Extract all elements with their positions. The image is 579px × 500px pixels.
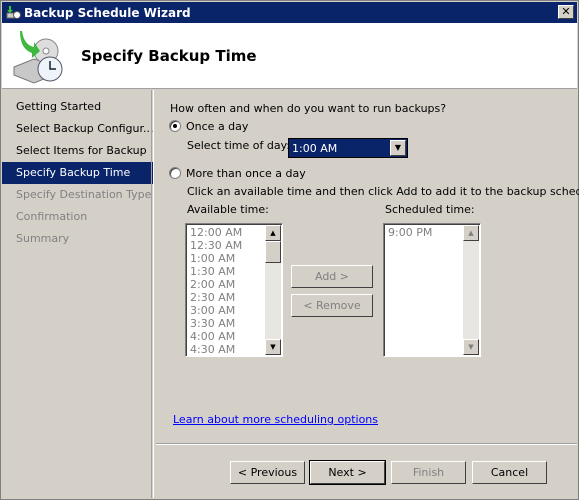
time-of-day-dropdown[interactable]: 1:00 AM ▼ [288, 138, 408, 158]
close-button[interactable]: ✕ [558, 5, 574, 19]
scheduled-time-list[interactable]: 9:00 PM ▲ ▼ [383, 223, 481, 357]
title-bar: Backup Schedule Wizard ✕ [2, 2, 577, 23]
wizard-header: Specify Backup Time [2, 23, 577, 89]
window-title: Backup Schedule Wizard [24, 5, 191, 20]
once-a-day-label[interactable]: Once a day [186, 120, 248, 133]
chevron-down-icon[interactable]: ▼ [390, 140, 406, 156]
cancel-button[interactable]: Cancel [472, 461, 547, 484]
more-than-once-radio[interactable] [169, 167, 181, 179]
scroll-thumb[interactable] [265, 241, 281, 263]
scheduling-options-link[interactable]: Learn about more scheduling options [173, 413, 378, 426]
sidebar-step: Getting Started [16, 100, 102, 113]
content-pane: How often and when do you want to run ba… [156, 90, 579, 498]
more-than-once-label[interactable]: More than once a day [186, 167, 306, 180]
backup-schedule-icon [13, 31, 63, 84]
selected-time: 1:00 AM [292, 142, 338, 155]
sidebar-step: Summary [16, 232, 70, 245]
sidebar-step: Select Backup Configur... [16, 122, 154, 135]
available-time-list[interactable]: 12:00 AM 12:30 AM 1:00 AM 1:30 AM 2:00 AM 2:3… [185, 223, 283, 357]
question-label: How often and when do you want to run ba… [170, 102, 447, 115]
instructions-text: Click an available time and then click A… [187, 185, 579, 198]
previous-button[interactable]: < Previous [230, 461, 305, 484]
remove-button[interactable]: < Remove [291, 294, 373, 317]
wizard-steps: Getting Started Select Backup Configur...… [2, 90, 154, 498]
sidebar-step: Specify Destination Type [16, 188, 152, 201]
finish-button[interactable]: Finish [391, 461, 466, 484]
sidebar-step: Specify Backup Time [2, 162, 153, 184]
scroll-up-icon[interactable]: ▲ [265, 225, 281, 241]
scroll-down-icon[interactable]: ▼ [265, 339, 281, 355]
wizard-window: Backup Schedule Wizard ✕ Specify Backup … [0, 0, 579, 500]
page-title: Specify Backup Time [81, 47, 257, 65]
available-scrollbar[interactable]: ▲ ▼ [265, 225, 281, 355]
scroll-down-icon[interactable]: ▼ [463, 339, 479, 355]
footer-divider [156, 443, 577, 445]
scheduled-time-label: Scheduled time: [385, 203, 475, 216]
scroll-up-icon[interactable]: ▲ [463, 225, 479, 241]
sidebar-step: Select Items for Backup [16, 144, 147, 157]
sidebar-step: Confirmation [16, 210, 88, 223]
next-button[interactable]: Next > [309, 460, 386, 485]
scheduled-scrollbar[interactable]: ▲ ▼ [463, 225, 479, 355]
backup-icon [6, 6, 21, 19]
select-time-label: Select time of day: [187, 139, 291, 152]
once-a-day-radio[interactable] [169, 120, 181, 132]
available-time-label: Available time: [187, 203, 269, 216]
add-button[interactable]: Add > [291, 265, 373, 288]
